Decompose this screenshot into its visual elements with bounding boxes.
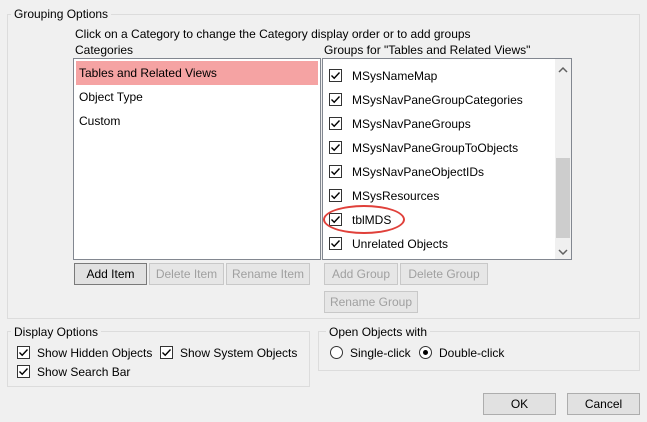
display-options-title: Display Options: [11, 325, 102, 339]
group-label: MSysNavPaneGroups: [352, 117, 471, 131]
category-label: Tables and Related Views: [79, 66, 217, 80]
group-label: MSysNavPaneGroupCategories: [352, 93, 523, 107]
group-label: MSysNavPaneGroupToObjects: [352, 141, 519, 155]
group-checkbox[interactable]: [329, 93, 342, 106]
delete-group-button[interactable]: Delete Group: [400, 263, 488, 285]
cancel-button[interactable]: Cancel: [567, 393, 640, 415]
grouping-instruction: Click on a Category to change the Catego…: [75, 27, 471, 41]
highlight-annotation: [323, 205, 405, 234]
group-label: Unrelated Objects: [352, 237, 449, 251]
rename-group-button[interactable]: Rename Group: [324, 291, 418, 313]
show-search-bar-label[interactable]: Show Search Bar: [37, 365, 130, 379]
show-system-label[interactable]: Show System Objects: [180, 346, 297, 360]
show-hidden-checkbox[interactable]: [17, 346, 30, 359]
rename-item-button[interactable]: Rename Item: [226, 263, 310, 285]
group-item[interactable]: MSysNavPaneObjectIDs: [323, 160, 555, 184]
add-item-button[interactable]: Add Item: [74, 263, 147, 285]
group-label: MSysNameMap: [352, 69, 438, 83]
show-search-bar-checkbox[interactable]: [17, 365, 30, 378]
show-hidden-label[interactable]: Show Hidden Objects: [37, 346, 152, 360]
category-item-custom[interactable]: Custom: [76, 109, 320, 133]
group-checkbox[interactable]: [329, 189, 342, 202]
single-click-radio[interactable]: [330, 346, 343, 359]
groups-header: Groups for "Tables and Related Views": [324, 43, 531, 57]
group-item[interactable]: Unrelated Objects: [323, 232, 555, 256]
categories-list[interactable]: Tables and Related Views Object Type Cus…: [73, 58, 321, 260]
group-label: MSysNavPaneObjectIDs: [352, 165, 485, 179]
ok-button[interactable]: OK: [483, 393, 556, 415]
scroll-thumb[interactable]: [556, 158, 570, 238]
scroll-down-icon[interactable]: [558, 245, 568, 256]
radio-selected-dot-icon: [423, 350, 428, 355]
group-checkbox[interactable]: [329, 141, 342, 154]
group-checkbox[interactable]: [329, 165, 342, 178]
group-item[interactable]: MSysNameMap: [323, 64, 555, 88]
category-label: Custom: [79, 114, 121, 128]
grouping-options-title: Grouping Options: [11, 7, 112, 21]
categories-header: Categories: [75, 43, 134, 57]
open-objects-title: Open Objects with: [326, 325, 431, 339]
group-checkbox[interactable]: [329, 237, 342, 250]
group-checkbox[interactable]: [329, 117, 342, 130]
groups-scrollbar[interactable]: [555, 59, 571, 259]
show-system-checkbox[interactable]: [160, 346, 173, 359]
category-item-object-type[interactable]: Object Type: [76, 85, 320, 109]
scroll-up-icon[interactable]: [558, 63, 568, 73]
add-group-button[interactable]: Add Group: [324, 263, 398, 285]
group-item[interactable]: MSysNavPaneGroups: [323, 112, 555, 136]
delete-item-button[interactable]: Delete Item: [149, 263, 224, 285]
double-click-radio[interactable]: [419, 346, 432, 359]
group-checkbox[interactable]: [329, 69, 342, 82]
category-label: Object Type: [79, 90, 143, 104]
group-item[interactable]: MSysNavPaneGroupToObjects: [323, 136, 555, 160]
group-item[interactable]: MSysNavPaneGroupCategories: [323, 88, 555, 112]
double-click-label[interactable]: Double-click: [439, 346, 504, 360]
category-item-tables-and-related-views[interactable]: Tables and Related Views: [76, 61, 318, 85]
single-click-label[interactable]: Single-click: [350, 346, 411, 360]
